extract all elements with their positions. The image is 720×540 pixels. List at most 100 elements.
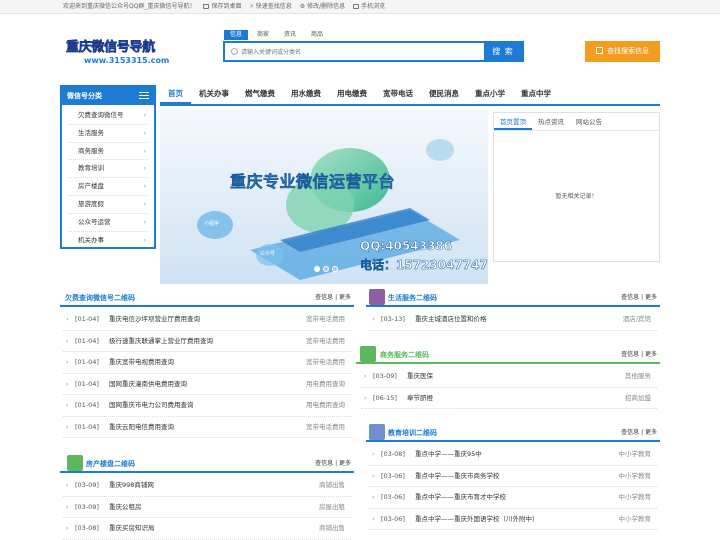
nav-gas[interactable]: 燃气缴费 (237, 84, 283, 104)
list-item[interactable]: [03-09]重庆医保其他服务 (361, 366, 657, 388)
promo-banner[interactable]: 重庆专业微信运营平台 QQ:40543386 电话：15723047747 小程… (160, 110, 488, 284)
more-link[interactable]: 查信息 | 更多 (621, 289, 657, 307)
panel-title: 生活服务二维码 (388, 294, 437, 302)
chevron-right-icon: › (143, 200, 146, 208)
search-tabs: 信息 商家 资讯 商品 (224, 30, 329, 40)
nav-primary-school[interactable]: 重点小学 (467, 84, 513, 104)
more-link[interactable]: 查信息 | 更多 (621, 346, 657, 364)
quick-find-link[interactable]: ⚡ 快速查找信息 (249, 0, 291, 13)
panel-title: 商务服务二维码 (380, 351, 429, 359)
sidebar-item-government[interactable]: 机关办事 › (68, 232, 148, 250)
list-item[interactable]: [03-06]重点中学——重庆市育才中学校中小学教育 (369, 487, 657, 509)
sidebar-item-life[interactable]: 生活服务 › (68, 125, 148, 143)
category-sidebar: 微信号分类 欠费查询微信号 › 生活服务 › 商务服务 › 教育培训 › 房产楼盘 › 旅… (60, 85, 156, 249)
logo-title: 重庆微信号导航 (66, 40, 156, 56)
list-item[interactable]: [01-04]极行速重庆联通掌上营业厅费用查询宽带电话费用 (63, 331, 351, 352)
chevron-right-icon: › (143, 147, 146, 155)
sidebar-item-realestate[interactable]: 房产楼盘 › (68, 178, 148, 196)
tab-notice[interactable]: 网站公告 (570, 113, 608, 130)
edit-icon (596, 47, 603, 54)
panel-business: 商务服务二维码 查信息 | 更多 [03-09]重庆医保其他服务 [06-15]… (356, 346, 660, 409)
top-bar: 欢迎来到重庆微信公众号QQ群_重庆微信号导航！ 保存到桌面 ⚡ 快速查找信息 ⚙ 修… (0, 0, 720, 14)
save-desktop-link[interactable]: 保存到桌面 (203, 0, 241, 13)
panel-header: 教育培训二维码 查信息 | 更多 (366, 424, 660, 442)
search-tab-merchant[interactable]: 商家 (251, 30, 275, 40)
sidebar-item-arrears[interactable]: 欠费查询微信号 › (68, 107, 148, 125)
nav-government[interactable]: 机关办事 (191, 84, 237, 104)
find-info-button[interactable]: 查找搜索信息 (585, 41, 660, 62)
empty-message: 暂无相关记录！ (555, 193, 598, 200)
list-item[interactable]: [06-15]奉节脐橙招商加盟 (361, 388, 657, 409)
nav-home[interactable]: 首页 (160, 84, 191, 104)
list-item[interactable]: [03-13]重庆主城酒店位置和价格酒店/宾馆 (369, 309, 657, 331)
sidebar-item-travel[interactable]: 旅游度假 › (68, 196, 148, 214)
site-logo[interactable]: 重庆微信号导航 www.3153315.com (66, 36, 170, 68)
banner-tel: 电话：15723047747 (360, 258, 488, 273)
list-item[interactable]: [01-04]重庆云阳电信费用查询宽带电话费用 (63, 417, 351, 438)
list-item[interactable]: [03-09]重庆公租房房屋出租 (63, 497, 351, 518)
nav-broadband[interactable]: 宽带电话 (375, 84, 421, 104)
sidebar-header: 微信号分类 (62, 87, 154, 105)
banner-title: 重庆专业微信运营平台 (230, 172, 396, 192)
panel-title: 教育培训二维码 (388, 429, 437, 437)
banner-badge-official: 公众号 (260, 251, 276, 257)
nav-convenience[interactable]: 便民消息 (421, 84, 467, 104)
list-item[interactable]: [03-08]重点中学——重庆95中中小学教育 (369, 444, 657, 466)
list-item[interactable]: [01-04]重庆电信沙坪坝营业厅费用查询宽带电话费用 (63, 309, 351, 331)
list-item[interactable]: [01-04]国网重庆潼南供电费用查询用电费用查询 (63, 374, 351, 395)
chevron-right-icon: › (143, 165, 146, 173)
edit-delete-link[interactable]: ⚙ 修改/删除信息 (300, 0, 345, 13)
chevron-right-icon: › (143, 183, 146, 191)
list-item[interactable]: [03-09]重庆998商铺网商铺出售 (63, 475, 351, 497)
panel-header: 欠费查询微信号二维码 查信息 | 更多 (60, 289, 354, 307)
mobile-link[interactable]: 手机浏览 (353, 0, 385, 13)
nav-middle-school[interactable]: 重点中学 (513, 84, 559, 104)
graduation-cap-icon (369, 424, 385, 440)
list-item[interactable]: [01-04]重庆宽带电视费用查询宽带电话费用 (63, 352, 351, 374)
list-item[interactable]: [01-04]国网重庆市电力公司费用查询用电费用查询 (63, 395, 351, 417)
chevron-right-icon: › (143, 112, 146, 119)
panel-header: 房产楼盘二维码 查信息 | 更多 (60, 455, 354, 473)
house-icon (67, 455, 83, 471)
panel-life: 生活服务二维码 查信息 | 更多 [03-13]重庆主城酒店位置和价格酒店/宾馆 (366, 289, 660, 331)
more-link[interactable]: 查信息 | 更多 (315, 455, 351, 473)
sidebar-item-business[interactable]: 商务服务 › (68, 143, 148, 161)
menu-icon[interactable] (139, 92, 149, 99)
nav-water[interactable]: 用水缴费 (283, 84, 329, 104)
panel-header: 商务服务二维码 查信息 | 更多 (356, 346, 660, 364)
banner-qq: QQ:40543386 (360, 239, 453, 254)
search-icon (231, 48, 238, 55)
sidebar-item-operation[interactable]: 公众号运营 › (68, 214, 148, 232)
nav-electricity[interactable]: 用电缴费 (329, 84, 375, 104)
welcome-text: 欢迎来到重庆微信公众号QQ群_重庆微信号导航！ (63, 3, 196, 10)
search-tab-news[interactable]: 资讯 (278, 30, 302, 40)
panel-title: 欠费查询微信号二维码 (65, 294, 135, 302)
search-input[interactable] (241, 45, 481, 59)
list-item[interactable]: [03-06]重点中学——重庆外国语学校（川外附中）中小学教育 (369, 509, 657, 530)
logo-url: www.3153315.com (84, 56, 170, 65)
search-button[interactable]: 搜 索 (484, 43, 522, 60)
carousel-dot[interactable] (314, 266, 320, 272)
search-tab-info[interactable]: 信息 (224, 30, 249, 40)
monitor-icon (203, 4, 210, 9)
sidebar-item-education[interactable]: 教育培训 › (68, 160, 148, 179)
panel-title: 房产楼盘二维码 (86, 460, 135, 468)
sidebar-title: 微信号分类 (67, 92, 102, 100)
tab-hot[interactable]: 热点资讯 (532, 113, 570, 130)
more-link[interactable]: 查信息 | 更多 (315, 289, 351, 307)
panel-education: 教育培训二维码 查信息 | 更多 [03-08]重点中学——重庆95中中小学教育… (366, 424, 660, 530)
banner-badge-miniprogram: 小程序 (204, 221, 220, 227)
chevron-right-icon: › (143, 236, 146, 244)
news-box: 首页置顶 热点资讯 网站公告 暂无相关记录！ (493, 112, 660, 262)
news-tabs: 首页置顶 热点资讯 网站公告 (494, 113, 659, 131)
chevron-right-icon: › (143, 218, 146, 226)
gear-icon: ⚙ (299, 3, 306, 10)
list-item[interactable]: [03-06]重点中学——重庆市商务学校中小学教育 (369, 466, 657, 487)
panel-realestate: 房产楼盘二维码 查信息 | 更多 [03-09]重庆998商铺网商铺出售 [03… (60, 455, 354, 540)
tab-top[interactable]: 首页置顶 (494, 113, 532, 130)
carousel-dot[interactable] (332, 266, 338, 272)
search-tab-goods[interactable]: 商品 (305, 30, 329, 40)
list-item[interactable]: [03-08]重庆买房知识局商铺出售 (63, 518, 351, 540)
more-link[interactable]: 查信息 | 更多 (621, 424, 657, 442)
carousel-dot[interactable] (323, 266, 329, 272)
